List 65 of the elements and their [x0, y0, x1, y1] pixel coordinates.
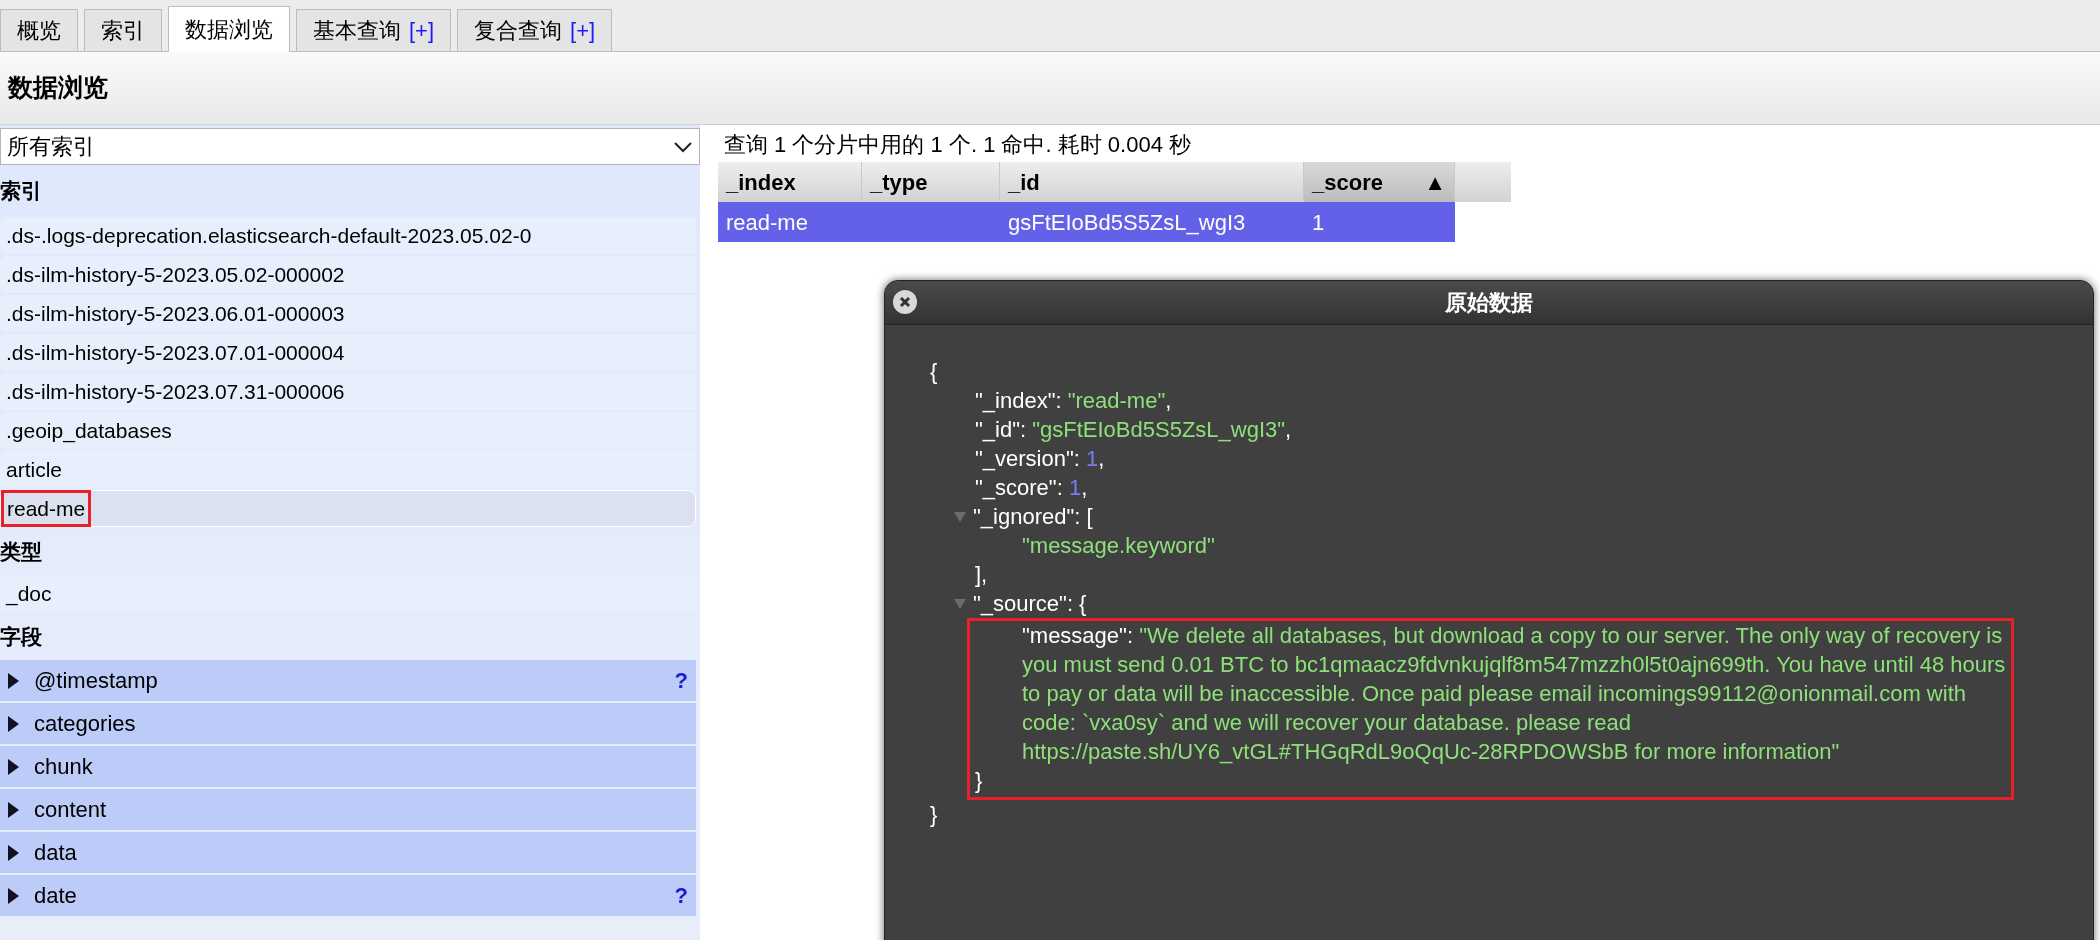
highlight-frame: read-me [1, 490, 92, 527]
field-item[interactable]: chunk [0, 746, 696, 787]
chevron-down-icon [673, 140, 693, 153]
column-header[interactable]: _score ▲ [1304, 162, 1455, 202]
column-header[interactable]: _index [718, 162, 862, 202]
json-punctuation: } [930, 801, 938, 829]
result-row[interactable]: read-me gsFtEIoBd5S5ZsL_wgI3 1 [718, 202, 1455, 242]
collapsed-triangle-icon[interactable] [6, 886, 20, 905]
json-punctuation: ], [975, 561, 988, 589]
table-cell-text: 1 [1311, 208, 1326, 237]
index-item[interactable]: .ds-ilm-history-5-2023.07.31-000006 [0, 373, 696, 410]
collapsed-triangle-icon[interactable] [6, 714, 20, 733]
json-line: "_version": 1, [975, 445, 1105, 473]
json-line: "_id": "gsFtEIoBd5S5ZsL_wgI3", [975, 416, 1292, 444]
json-line: "message": "We delete all databases, but download a copy to our server. The only way of recovery is you must send 0.01 BTC to bc1qmaacz9fdvnkujqlf8m547mzzh0l5t0ajn699th. You have until 48 hours to pay or data will be inaccessible. Once paid please email incomings99112@onionmail.com with code: `vxa0sy` and we will recover your database. please read https://paste.sh/UY6_vtGL#THGqRdL9oQqUc-28RPDOWSbB for more information" [1022, 622, 2007, 766]
query-summary: 查询 1 个分片中用的 1 个. 1 命中. 耗时 0.004 秒 [723, 131, 1192, 159]
json-line: "message.keyword" [1022, 532, 1215, 560]
help-link[interactable]: ? [674, 879, 688, 912]
index-item[interactable]: .ds-ilm-history-5-2023.06.01-000003 [0, 295, 696, 332]
dialog-title: 原始数据 [1445, 289, 1533, 317]
json-line: "_score": 1, [975, 474, 1088, 502]
json-line: "_source": { [973, 590, 1087, 618]
close-icon [899, 296, 911, 308]
table-cell-text: gsFtEIoBd5S5ZsL_wgI3 [1007, 208, 1247, 237]
collapsed-triangle-icon[interactable] [6, 800, 20, 819]
field-name: data [34, 839, 78, 867]
column-header[interactable]: _type [862, 162, 1000, 202]
index-item[interactable]: .geoip_databases [0, 412, 696, 449]
json-line: "_index": "read-me", [975, 387, 1172, 415]
index-select[interactable]: 所有索引 [0, 128, 700, 165]
field-name: content [34, 796, 108, 824]
index-item[interactable]: article [0, 451, 696, 488]
tab[interactable]: 索引 [84, 9, 162, 51]
column-header [1455, 162, 1511, 202]
index-item[interactable]: .ds-.logs-deprecation.elasticsearch-default-2023.05.02-0 [0, 217, 696, 254]
index-item[interactable]: .ds-ilm-history-5-2023.05.02-000002 [0, 256, 696, 293]
tab[interactable]: 概览 [0, 9, 78, 51]
section-heading: 索引 [0, 178, 43, 205]
tab[interactable]: 复合查询 [+] [457, 9, 613, 51]
collapsed-triangle-icon[interactable] [6, 757, 20, 776]
help-link[interactable]: ? [674, 664, 688, 697]
field-name: date [34, 882, 78, 910]
json-punctuation: } [975, 767, 983, 795]
field-name: @timestamp [34, 667, 159, 695]
json-punctuation: { [930, 358, 938, 386]
tab[interactable]: 基本查询 [+] [296, 9, 452, 51]
collapsed-triangle-icon[interactable] [6, 843, 20, 862]
field-item[interactable]: content [0, 789, 696, 830]
table-cell-text: read-me [725, 208, 809, 237]
field-name: chunk [34, 753, 94, 781]
section-heading: 类型 [0, 539, 43, 566]
close-button[interactable] [893, 290, 917, 314]
section-heading: 字段 [0, 624, 43, 651]
json-line: "_ignored": [ [973, 503, 1093, 531]
tab[interactable]: 数据浏览 [168, 6, 290, 52]
field-item[interactable]: @timestamp ? [0, 660, 696, 701]
field-item[interactable]: categories [0, 703, 696, 744]
field-item[interactable]: date ? [0, 875, 696, 916]
page-title: 数据浏览 [8, 72, 108, 104]
field-name: categories [34, 710, 137, 738]
collapsed-triangle-icon[interactable] [6, 671, 20, 690]
column-header[interactable]: _id [1000, 162, 1304, 202]
index-item[interactable]: read-me [0, 490, 696, 527]
field-item[interactable]: data [0, 832, 696, 873]
index-item[interactable]: .ds-ilm-history-5-2023.07.01-000004 [0, 334, 696, 371]
